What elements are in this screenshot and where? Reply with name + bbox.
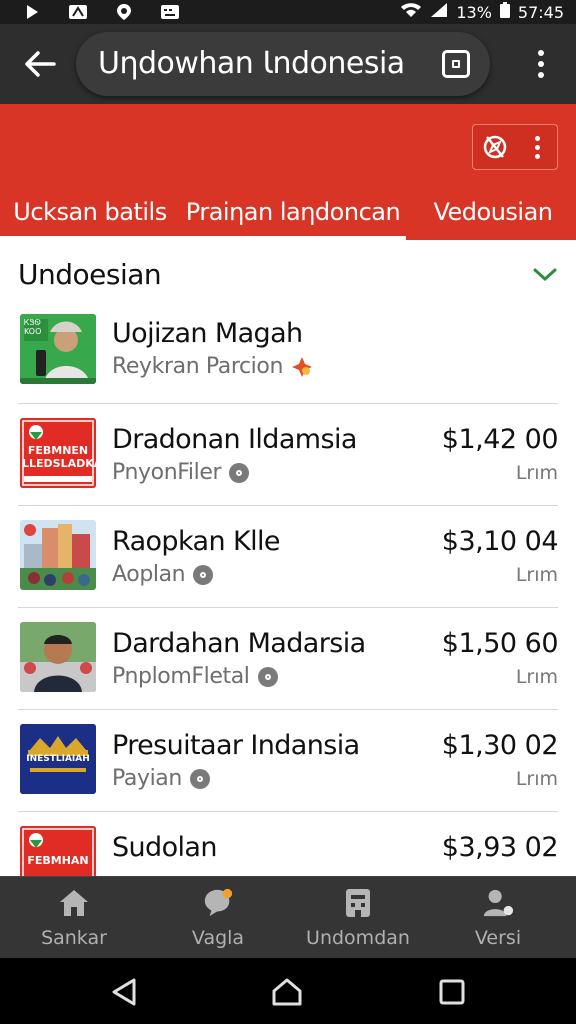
item-unit: Lrım <box>515 666 558 688</box>
item-subtitle-text: Reykran Parcion <box>112 354 283 379</box>
header-actions <box>472 124 558 170</box>
home-icon <box>58 887 90 919</box>
app-bar: Uηdowhan Ɩndonesia <box>0 24 576 104</box>
info-badge-icon <box>193 564 214 585</box>
thumb-text: LLEDSLADKA <box>22 457 96 470</box>
arrow-left-icon <box>25 51 56 77</box>
item-price: $1,30 02 <box>441 730 559 761</box>
item-subtitle: Reykran Parcion <box>112 354 313 379</box>
item-subtitle-text: Aoplan <box>112 562 186 587</box>
thumb-text: FEBMNEN <box>27 444 89 457</box>
app-title: Uηdowhan Ɩndonesia <box>98 46 405 81</box>
item-unit: Lrım <box>515 768 558 790</box>
list-item[interactable]: ᏦᏕᏫ KOO Uojizan Magah Reykran Parcion <box>0 312 576 404</box>
nav-label: Vagla <box>191 927 245 949</box>
item-subtitle-text: PnyonFiler <box>112 460 222 485</box>
battery-icon <box>499 1 510 23</box>
item-title: Presuitaar Indansia <box>112 730 360 761</box>
tab-bar: Ucksan batils Praiηan laηdoncan Vedousia… <box>0 184 576 240</box>
item-subtitle: Aoplan <box>112 562 214 587</box>
signal-icon <box>430 2 448 23</box>
thumb-text: INESTLIAIAH <box>26 754 90 764</box>
wifi-icon <box>400 2 422 23</box>
section-title: Undoesian <box>18 258 162 291</box>
nav-label: Undomdan <box>306 927 410 949</box>
back-triangle-icon[interactable] <box>106 975 142 1009</box>
item-price: $3,10 04 <box>441 526 559 557</box>
red-header: Ucksan batils Praiηan laηdoncan Vedousia… <box>0 104 576 240</box>
thumb-text: KOO <box>24 327 42 336</box>
nav-item-home[interactable]: Sankar <box>2 877 146 959</box>
list-item[interactable]: Dardahan Madarsia PnplomFletal $1,50 60 … <box>0 608 576 710</box>
home-outline-icon[interactable] <box>269 975 305 1009</box>
keyboard-icon <box>160 4 180 20</box>
building-image <box>20 520 96 590</box>
tab-2[interactable]: Praiηan laηdoncan <box>180 184 406 240</box>
info-badge-icon <box>189 768 210 789</box>
chevron-down-icon[interactable] <box>530 260 560 290</box>
square-icon[interactable] <box>442 50 470 78</box>
back-button[interactable] <box>18 42 62 86</box>
item-title: Sudolan <box>112 832 217 863</box>
profile-image: ᏦᏕᏫ KOO <box>20 314 96 384</box>
alert-icon <box>68 4 88 20</box>
item-subtitle: PnplomFletal <box>112 664 278 689</box>
thumb-text: FEBMHAN <box>27 854 89 867</box>
item-price: $1,50 60 <box>441 628 559 659</box>
clock: 57:45 <box>517 2 564 22</box>
battery-percent: 13% <box>456 2 492 22</box>
item-subtitle: PnyonFiler <box>112 460 250 485</box>
status-bar: 13% 57:45 <box>0 0 576 24</box>
info-badge-icon <box>257 666 278 687</box>
chat-bubble-icon <box>202 887 234 919</box>
item-price: $3,93 02 <box>441 832 559 863</box>
list-item[interactable]: FEBMHAN Sudolan $3,93 02 <box>0 812 576 876</box>
recents-square-icon[interactable] <box>434 975 470 1009</box>
tab-1[interactable]: Ucksan batils <box>10 184 170 240</box>
status-left <box>22 0 180 24</box>
building-icon <box>342 887 374 919</box>
list-item[interactable]: Raopkan Klle Aoplan $3,10 04 Lrım <box>0 506 576 608</box>
nav-item-building[interactable]: Undomdan <box>286 877 430 959</box>
item-title: Raopkan Klle <box>112 526 281 557</box>
nav-label: Versi <box>474 927 522 949</box>
item-subtitle-text: PnplomFletal <box>112 664 250 689</box>
list-item[interactable]: INESTLIAIAH Presuitaar Indansia Payian $… <box>0 710 576 812</box>
section-header[interactable]: Undoesian <box>0 240 576 312</box>
play-icon <box>22 4 42 20</box>
location-icon <box>114 4 134 20</box>
list-item[interactable]: FEBMNEN LLEDSLADKA Dradonan Ildamsia Pny… <box>0 404 576 506</box>
nav-item-chat[interactable]: Vagla <box>146 877 290 959</box>
person-icon <box>482 887 514 919</box>
bottom-navigation: Sankar Vagla Undomdan Versi <box>0 876 576 958</box>
red-logo-image: FEBMHAN <box>20 826 96 876</box>
info-badge-icon <box>229 462 250 483</box>
item-subtitle-text: Payian <box>112 766 182 791</box>
item-title: Dardahan Madarsia <box>112 628 366 659</box>
sparkle-icon <box>292 356 312 377</box>
more-options-button[interactable] <box>526 46 556 82</box>
tab-3[interactable]: Vedousian <box>420 184 566 240</box>
item-title: Dradonan Ildamsia <box>112 424 357 455</box>
thumb-text: ᏦᏕᏫ <box>24 318 41 327</box>
item-unit: Lrım <box>515 462 558 484</box>
nav-item-profile[interactable]: Versi <box>426 877 570 959</box>
item-unit: Lrım <box>515 564 558 586</box>
status-right: 13% 57:45 <box>400 0 564 24</box>
compass-icon[interactable] <box>473 125 517 169</box>
banner-image: INESTLIAIAH <box>20 724 96 794</box>
person-image <box>20 622 96 692</box>
header-more-button[interactable] <box>517 125 557 169</box>
search-pill[interactable]: Uηdowhan Ɩndonesia <box>76 32 490 96</box>
item-title: Uojizan Magah <box>112 318 303 349</box>
nav-label: Sankar <box>41 927 107 949</box>
item-subtitle: Payian <box>112 766 210 791</box>
item-price: $1,42 00 <box>441 424 559 455</box>
red-logo-image: FEBMNEN LLEDSLADKA <box>20 418 96 488</box>
system-navigation <box>0 958 576 1024</box>
